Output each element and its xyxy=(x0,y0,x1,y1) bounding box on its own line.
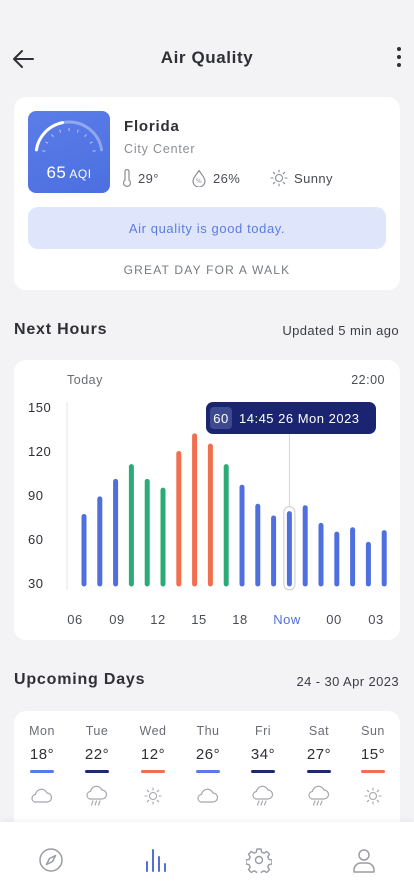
aqi-summary-card: 65 AQI Florida City Center 29° % 26% Sunn… xyxy=(14,97,400,290)
x-tick-label: 12 xyxy=(150,612,165,627)
day-name: Tue xyxy=(85,724,109,738)
rain-cloud-icon xyxy=(252,785,274,806)
day-aqi-indicator xyxy=(361,770,385,773)
day-temperature: 15° xyxy=(360,746,386,763)
chart-bars-icon xyxy=(146,849,166,872)
city-name: Florida xyxy=(124,118,180,135)
y-tick-label: 120 xyxy=(28,444,51,459)
humidity-value: 26% xyxy=(213,170,241,186)
sun-icon xyxy=(270,169,288,187)
gauge-tick xyxy=(45,141,49,144)
upcoming-days-card: Mon 18° Tue 22° Wed 12° Thu 26° Fri 34° Sat 27° Sun 1… xyxy=(14,711,400,826)
day-name: Thu xyxy=(196,724,220,738)
air-quality-banner: Air quality is good today. xyxy=(28,207,386,249)
temperature-stat: 29° xyxy=(122,169,159,187)
compass-icon xyxy=(39,848,63,872)
x-tick-label: 03 xyxy=(368,612,383,627)
walk-tip: GREAT DAY FOR A WALK xyxy=(123,263,291,277)
x-tick-label: 00 xyxy=(326,612,341,627)
gauge-tick xyxy=(59,129,62,133)
day-temperature: 27° xyxy=(306,746,332,763)
day-temperature: 22° xyxy=(84,746,110,763)
thermometer-icon xyxy=(122,169,132,187)
x-tick-label: 15 xyxy=(191,612,206,627)
gauge-track xyxy=(34,120,104,152)
nav-profile[interactable] xyxy=(349,845,379,875)
day-name: Fri xyxy=(254,724,272,738)
temperature-value: 29° xyxy=(138,170,159,186)
x-tick-now: Now xyxy=(273,612,301,627)
aqi-unit: AQI xyxy=(69,167,92,181)
chart-right-label: 22:00 xyxy=(351,373,385,387)
upcoming-days-title: Upcoming Days xyxy=(14,671,146,688)
y-tick-label: 150 xyxy=(28,400,51,415)
day-name: Sun xyxy=(361,724,385,738)
tooltip-text: 14:45 26 Mon 2023 xyxy=(239,411,360,426)
app-header: Air Quality xyxy=(0,0,414,100)
upcoming-range: 24 - 30 Apr 2023 xyxy=(296,674,399,689)
day-temperature: 12° xyxy=(140,746,166,763)
day-temperature: 18° xyxy=(29,746,55,763)
x-tick-label: 18 xyxy=(232,612,247,627)
bottom-navigation xyxy=(0,822,414,896)
aqi-gauge: 65 AQI xyxy=(28,111,110,193)
day-temperature: 26° xyxy=(195,746,221,763)
day-aqi-indicator xyxy=(307,770,331,773)
hourly-aqi-chart-card: Today 22:00 150 120 90 60 30 60 14:45 26 Mon 202… xyxy=(14,360,400,640)
nav-settings[interactable] xyxy=(244,845,274,875)
day-aqi-indicator xyxy=(196,770,220,773)
y-tick-label: 90 xyxy=(28,488,43,503)
x-tick-label: 06 xyxy=(67,612,82,627)
gauge-tick xyxy=(51,134,54,138)
svg-text:%: % xyxy=(196,178,202,185)
cloud-icon xyxy=(31,788,53,803)
gear-icon xyxy=(246,848,272,873)
condition-value: Sunny xyxy=(294,170,333,186)
gauge-fill xyxy=(34,121,65,152)
district-name: City Center xyxy=(124,142,196,156)
sun-icon xyxy=(144,787,162,805)
day-aqi-indicator xyxy=(85,770,109,773)
hourly-aqi-chart: Today 22:00 150 120 90 60 30 60 14:45 26 Mon 202… xyxy=(28,373,387,627)
day-name: Mon xyxy=(29,724,55,738)
day-aqi-indicator xyxy=(251,770,275,773)
day-aqi-indicator xyxy=(30,770,54,773)
gauge-tick xyxy=(89,141,93,144)
nav-explore[interactable] xyxy=(36,845,66,875)
day-name: Wed xyxy=(139,724,167,738)
gauge-tick xyxy=(84,134,87,138)
sun-icon xyxy=(364,787,382,805)
rain-cloud-icon xyxy=(86,785,108,806)
aqi-value: 65 xyxy=(46,163,67,182)
y-tick-label: 30 xyxy=(28,576,43,591)
y-tick-label: 60 xyxy=(28,532,43,547)
humidity-drop-icon: % xyxy=(192,169,206,187)
chart-left-label: Today xyxy=(67,373,103,387)
tooltip-value: 60 xyxy=(213,411,228,426)
rain-cloud-icon xyxy=(308,785,330,806)
user-icon xyxy=(353,849,375,873)
x-tick-label: 09 xyxy=(109,612,124,627)
nav-charts[interactable] xyxy=(140,845,170,875)
page-title: Air Quality xyxy=(160,48,254,67)
day-name: Sat xyxy=(308,724,330,738)
day-temperature: 34° xyxy=(250,746,276,763)
more-options-icon[interactable] xyxy=(396,45,402,69)
condition-stat: Sunny xyxy=(270,169,333,187)
gauge-tick xyxy=(76,129,79,133)
updated-label: Updated 5 min ago xyxy=(282,323,399,338)
next-hours-title: Next Hours xyxy=(14,321,108,338)
cloud-icon xyxy=(197,788,219,803)
humidity-stat: % 26% xyxy=(191,169,240,187)
day-aqi-indicator xyxy=(141,770,165,773)
